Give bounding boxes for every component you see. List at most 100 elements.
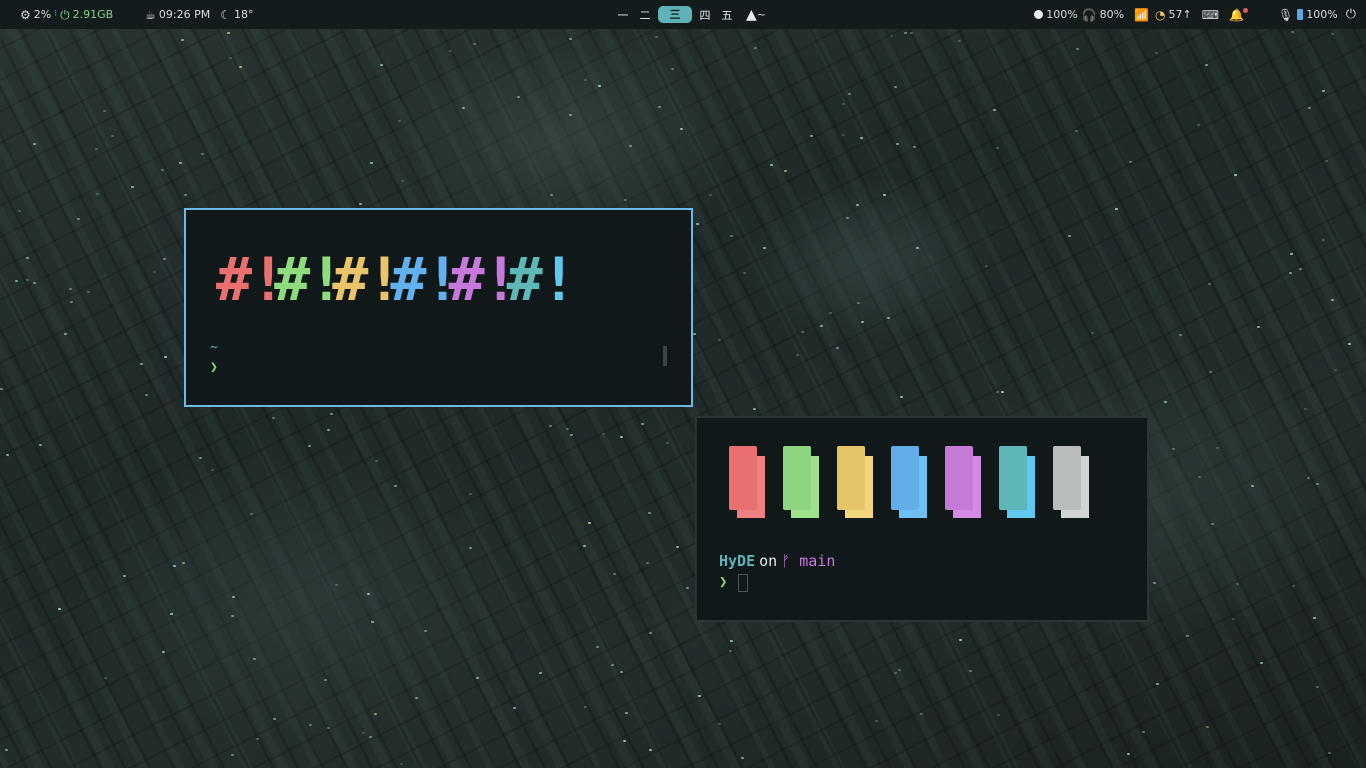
battery-module[interactable]: 100%	[1297, 8, 1338, 21]
city-light	[996, 147, 999, 149]
city-light	[1091, 332, 1094, 334]
city-light	[1334, 369, 1337, 371]
city-light	[649, 749, 652, 751]
city-light	[857, 302, 860, 304]
city-light	[584, 706, 587, 708]
city-light	[1001, 391, 1004, 393]
city-light	[1257, 326, 1260, 328]
swatch-normal	[999, 446, 1027, 510]
city-light	[1322, 90, 1325, 92]
city-light	[620, 671, 623, 673]
city-light	[997, 714, 1000, 716]
city-light	[743, 272, 746, 274]
city-light	[462, 107, 465, 109]
city-light	[1206, 726, 1209, 728]
color-swatch	[1053, 446, 1089, 518]
cpu-module[interactable]: ⚙ 2% ⁝ ⏻ 2.91GB	[20, 8, 113, 21]
city-light	[469, 547, 472, 549]
city-light	[1328, 752, 1331, 754]
city-light	[26, 279, 29, 281]
updates-module[interactable]: ◔ 57↑	[1155, 8, 1192, 21]
city-light	[64, 333, 67, 335]
city-light	[182, 562, 185, 564]
city-light	[273, 718, 276, 720]
city-light	[58, 608, 61, 610]
clock-module[interactable]: ☕ 09:26 PM	[145, 8, 210, 21]
network-module[interactable]: 📶	[1134, 9, 1149, 21]
city-light	[900, 396, 903, 398]
city-light	[1115, 208, 1118, 210]
workspace-2[interactable]: 二	[634, 7, 656, 23]
battery-icon	[1297, 9, 1304, 20]
terminal-window-focused[interactable]: #! #! #! #! #! #! ~ ❯	[184, 208, 693, 407]
city-light	[1236, 583, 1239, 585]
city-light	[754, 47, 757, 49]
pacman-icon: ◔	[1155, 7, 1166, 22]
city-light	[1325, 160, 1328, 162]
city-light	[201, 153, 204, 155]
notifications-module[interactable]: 🔔	[1229, 7, 1249, 22]
top-bar-right: 100% 🎧 80% 📶 ◔ 57↑ ⌨ 🔔 🎙 100% ⏻	[1024, 0, 1356, 29]
brightness-module[interactable]: 100%	[1034, 8, 1078, 21]
volume-module[interactable]: 🎧 80%	[1082, 8, 1124, 21]
city-light	[570, 434, 573, 436]
city-light	[770, 164, 773, 166]
city-light	[583, 545, 586, 547]
terminal-window[interactable]: HyDE on ᚠ main ❯	[695, 416, 1149, 622]
city-light	[875, 720, 878, 722]
city-light	[33, 143, 36, 145]
git-branch-icon: ᚠ	[781, 552, 791, 570]
city-light	[229, 57, 232, 59]
weather-module[interactable]: ☾ 18°	[220, 8, 253, 21]
city-light	[856, 204, 859, 206]
swatch-normal	[1053, 446, 1081, 510]
workspace-1[interactable]: 一	[612, 7, 634, 23]
banner-hash: #	[506, 245, 543, 315]
city-light	[729, 650, 732, 652]
city-light	[646, 562, 649, 564]
swatch-normal	[837, 446, 865, 510]
terminal-scrollbar[interactable]	[663, 346, 667, 366]
city-light	[1142, 731, 1145, 733]
city-light	[199, 457, 202, 459]
city-light	[231, 615, 234, 617]
city-light	[996, 391, 999, 393]
city-light	[969, 670, 972, 672]
microphone-module[interactable]: 🎙	[1278, 9, 1293, 21]
workspace-3-active[interactable]: 三	[658, 6, 692, 23]
keyboard-module[interactable]: ⌨	[1202, 9, 1219, 21]
memory-usage: 2.91GB	[72, 8, 114, 21]
city-light	[398, 120, 401, 122]
workspace-5[interactable]: 五	[716, 7, 738, 23]
city-light	[370, 162, 373, 164]
city-light	[6, 454, 9, 456]
clock-time: 09:26 PM	[158, 8, 211, 21]
prompt-symbol: ❯	[719, 574, 728, 590]
city-light	[1292, 585, 1295, 587]
city-light	[993, 109, 996, 111]
arch-launcher-icon[interactable]: ▲	[746, 7, 757, 23]
bell-icon: 🔔	[1229, 7, 1245, 22]
color-swatch	[891, 446, 927, 518]
city-light	[181, 39, 184, 41]
workspace-4[interactable]: 四	[694, 7, 716, 23]
city-light	[649, 632, 652, 634]
color-swatch	[729, 446, 765, 518]
swatch-normal	[891, 446, 919, 510]
moon-icon: ☾	[220, 7, 232, 22]
swatch-normal	[729, 446, 757, 510]
color-swatch	[783, 446, 819, 518]
city-light	[375, 460, 378, 462]
city-light	[1209, 371, 1212, 373]
banner-bang: !	[308, 245, 345, 315]
city-light	[87, 291, 90, 293]
city-light	[161, 169, 164, 171]
city-light	[33, 282, 36, 284]
color-swatch	[945, 446, 981, 518]
banner-hash: #	[448, 245, 485, 315]
city-light	[394, 485, 397, 487]
city-light	[164, 356, 167, 358]
banner-hash: #	[274, 245, 310, 315]
power-module[interactable]: ⏻	[1346, 8, 1356, 21]
color-swatch	[999, 446, 1035, 518]
